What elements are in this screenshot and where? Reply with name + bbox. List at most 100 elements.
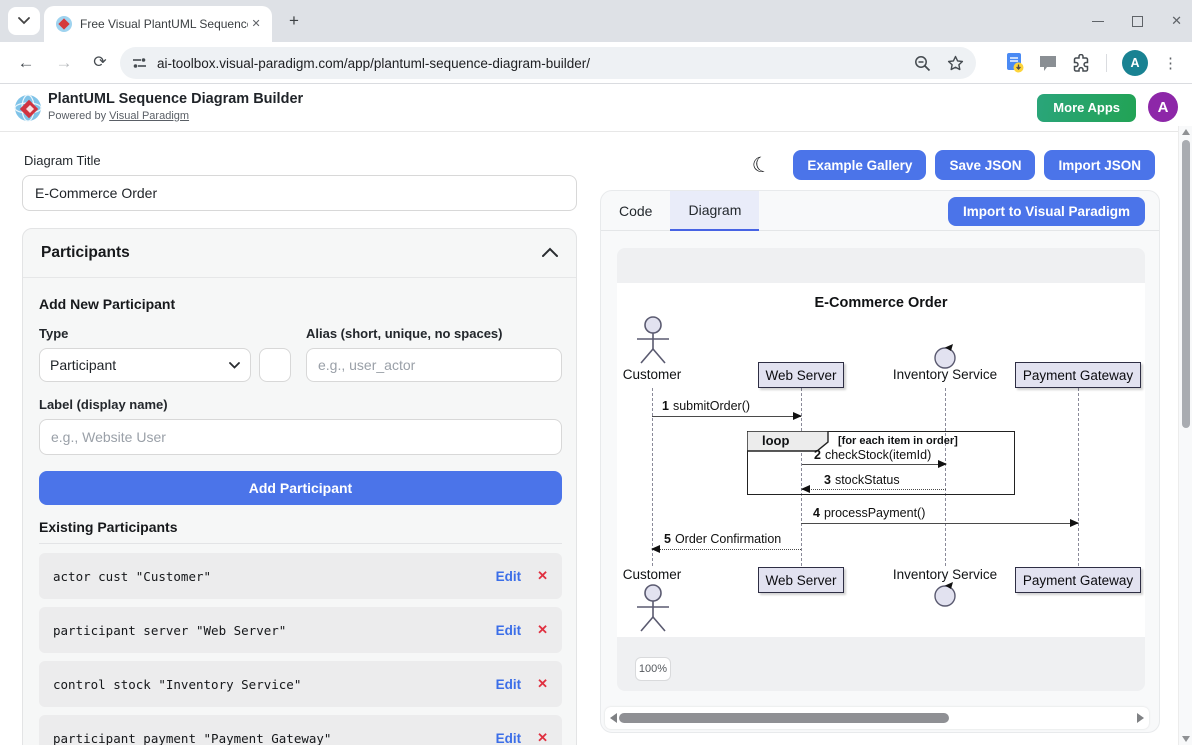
message-arrow: [802, 464, 946, 465]
address-bar[interactable]: ai-toolbox.visual-paradigm.com/app/plant…: [120, 47, 976, 79]
message-return-arrow: [802, 489, 946, 490]
back-icon[interactable]: ←: [14, 51, 38, 75]
existing-participants-heading: Existing Participants: [39, 519, 177, 535]
participant-name: Inventory Service: [889, 567, 1001, 582]
message-text: Order Confirmation: [675, 532, 781, 546]
arrowhead-icon: [651, 545, 660, 553]
scroll-down-icon[interactable]: [1182, 736, 1190, 742]
bookmark-star-icon[interactable]: [947, 55, 964, 72]
visual-paradigm-link[interactable]: Visual Paradigm: [109, 110, 189, 122]
message-label: 4processPayment(): [813, 506, 925, 520]
docs-offline-extension-icon[interactable]: [1006, 53, 1024, 73]
participant-row: participant payment "Payment Gateway" Ed…: [39, 715, 562, 745]
scroll-up-icon[interactable]: [1182, 129, 1190, 135]
edit-link[interactable]: Edit: [496, 731, 522, 745]
message-label: 2 checkStock(itemId): [814, 448, 931, 462]
message-seq: 1: [662, 399, 669, 413]
url-text[interactable]: ai-toolbox.visual-paradigm.com/app/plant…: [157, 56, 906, 71]
tab-search-button[interactable]: [8, 7, 40, 35]
browser-toolbar: ← → ⟳ ai-toolbox.visual-paradigm.com/app…: [0, 42, 1192, 84]
sequence-diagram-canvas: E-Commerce Order Customer Web Server: [617, 283, 1145, 637]
type-select[interactable]: Participant: [39, 348, 251, 382]
powered-by-text: Powered by: [48, 110, 109, 122]
edit-link[interactable]: Edit: [496, 569, 522, 584]
import-json-button[interactable]: Import JSON: [1044, 150, 1155, 180]
display-name-input[interactable]: e.g., Website User: [39, 419, 562, 455]
scroll-right-icon[interactable]: [1137, 713, 1144, 723]
tab-close-icon[interactable]: ✕: [248, 16, 264, 32]
tab-title: Free Visual PlantUML Sequence: [80, 17, 248, 31]
diagram-title-input[interactable]: [22, 175, 577, 211]
message-text: submitOrder(): [673, 399, 750, 413]
more-apps-button[interactable]: More Apps: [1037, 94, 1136, 122]
participant-name: Customer: [619, 567, 685, 582]
extensions-puzzle-icon[interactable]: [1072, 54, 1091, 73]
loop-fragment: loop [for each item in order] 2checkStoc…: [747, 431, 1015, 495]
diagram-title-label: Diagram Title: [24, 153, 101, 168]
save-json-button[interactable]: Save JSON: [935, 150, 1035, 180]
maximize-icon[interactable]: [1132, 16, 1143, 27]
page-vertical-scrollbar[interactable]: [1178, 126, 1192, 745]
arrowhead-icon: [1070, 519, 1079, 527]
color-swatch-box[interactable]: [259, 348, 291, 382]
type-select-value: Participant: [50, 357, 229, 373]
add-participant-button[interactable]: Add Participant: [39, 471, 562, 505]
remove-icon[interactable]: ✕: [537, 730, 548, 745]
participants-header[interactable]: Participants: [23, 229, 576, 278]
site-favicon-icon: [56, 16, 72, 32]
message-seq: 3: [824, 473, 831, 487]
chevron-up-icon[interactable]: [542, 244, 558, 262]
user-avatar[interactable]: A: [1148, 92, 1178, 122]
zoom-out-page-icon[interactable]: [914, 55, 931, 72]
forward-icon[interactable]: →: [52, 51, 76, 75]
comment-extension-icon[interactable]: [1039, 55, 1057, 72]
minimize-icon[interactable]: [1092, 21, 1104, 22]
participant-box: Web Server: [758, 362, 844, 388]
arrowhead-icon: [801, 485, 810, 493]
participants-heading: Participants: [41, 244, 130, 262]
message-label: 5 Order Confirmation: [664, 532, 781, 546]
horizontal-scrollbar[interactable]: [605, 707, 1149, 729]
remove-icon[interactable]: ✕: [537, 622, 548, 638]
reload-icon[interactable]: ⟳: [88, 51, 112, 75]
participant-code: participant server "Web Server": [53, 623, 286, 638]
browser-tab[interactable]: Free Visual PlantUML Sequence ✕: [44, 6, 272, 42]
scrollbar-thumb[interactable]: [619, 713, 949, 723]
message-seq: 4: [813, 506, 820, 520]
diagram-panel: Code Diagram Import to Visual Paradigm E…: [600, 190, 1160, 733]
scrollbar-thumb[interactable]: [1182, 140, 1190, 428]
new-tab-button[interactable]: +: [284, 11, 304, 31]
tab-diagram[interactable]: Diagram: [670, 191, 759, 231]
message-seq: 2: [814, 448, 821, 462]
alias-input[interactable]: e.g., user_actor: [306, 348, 562, 382]
import-to-visual-paradigm-button[interactable]: Import to Visual Paradigm: [948, 197, 1145, 226]
chevron-down-icon: [18, 17, 30, 25]
app-title: PlantUML Sequence Diagram Builder: [48, 91, 303, 107]
site-info-icon[interactable]: [132, 56, 147, 70]
example-gallery-button[interactable]: Example Gallery: [793, 150, 926, 180]
top-actions: ☾ Example Gallery Save JSON Import JSON: [752, 150, 1155, 180]
diagram-viewer[interactable]: E-Commerce Order Customer Web Server: [617, 248, 1145, 691]
display-name-label: Label (display name): [39, 397, 168, 412]
tab-code[interactable]: Code: [601, 191, 670, 231]
message-seq: 5: [664, 532, 671, 546]
loop-operator: loop: [762, 433, 789, 448]
dark-mode-toggle-moon-icon[interactable]: ☾: [749, 151, 773, 179]
participant-code: control stock "Inventory Service": [53, 677, 301, 692]
window-close-icon[interactable]: ✕: [1171, 13, 1182, 29]
browser-profile-avatar[interactable]: A: [1122, 50, 1148, 76]
actor-icon: [630, 315, 676, 365]
scroll-left-icon[interactable]: [610, 713, 617, 723]
control-icon: [932, 581, 958, 607]
browser-menu-icon[interactable]: ⋮: [1163, 54, 1178, 72]
participants-card: Participants Add New Participant Type Al…: [22, 228, 577, 745]
message-return-arrow: [652, 549, 801, 550]
remove-icon[interactable]: ✕: [537, 568, 548, 584]
remove-icon[interactable]: ✕: [537, 676, 548, 692]
arrowhead-icon: [793, 412, 802, 420]
message-text: checkStock(itemId): [825, 448, 931, 462]
edit-link[interactable]: Edit: [496, 677, 522, 692]
participant-box: Web Server: [758, 567, 844, 593]
edit-link[interactable]: Edit: [496, 623, 522, 638]
message-arrow: [652, 416, 801, 417]
